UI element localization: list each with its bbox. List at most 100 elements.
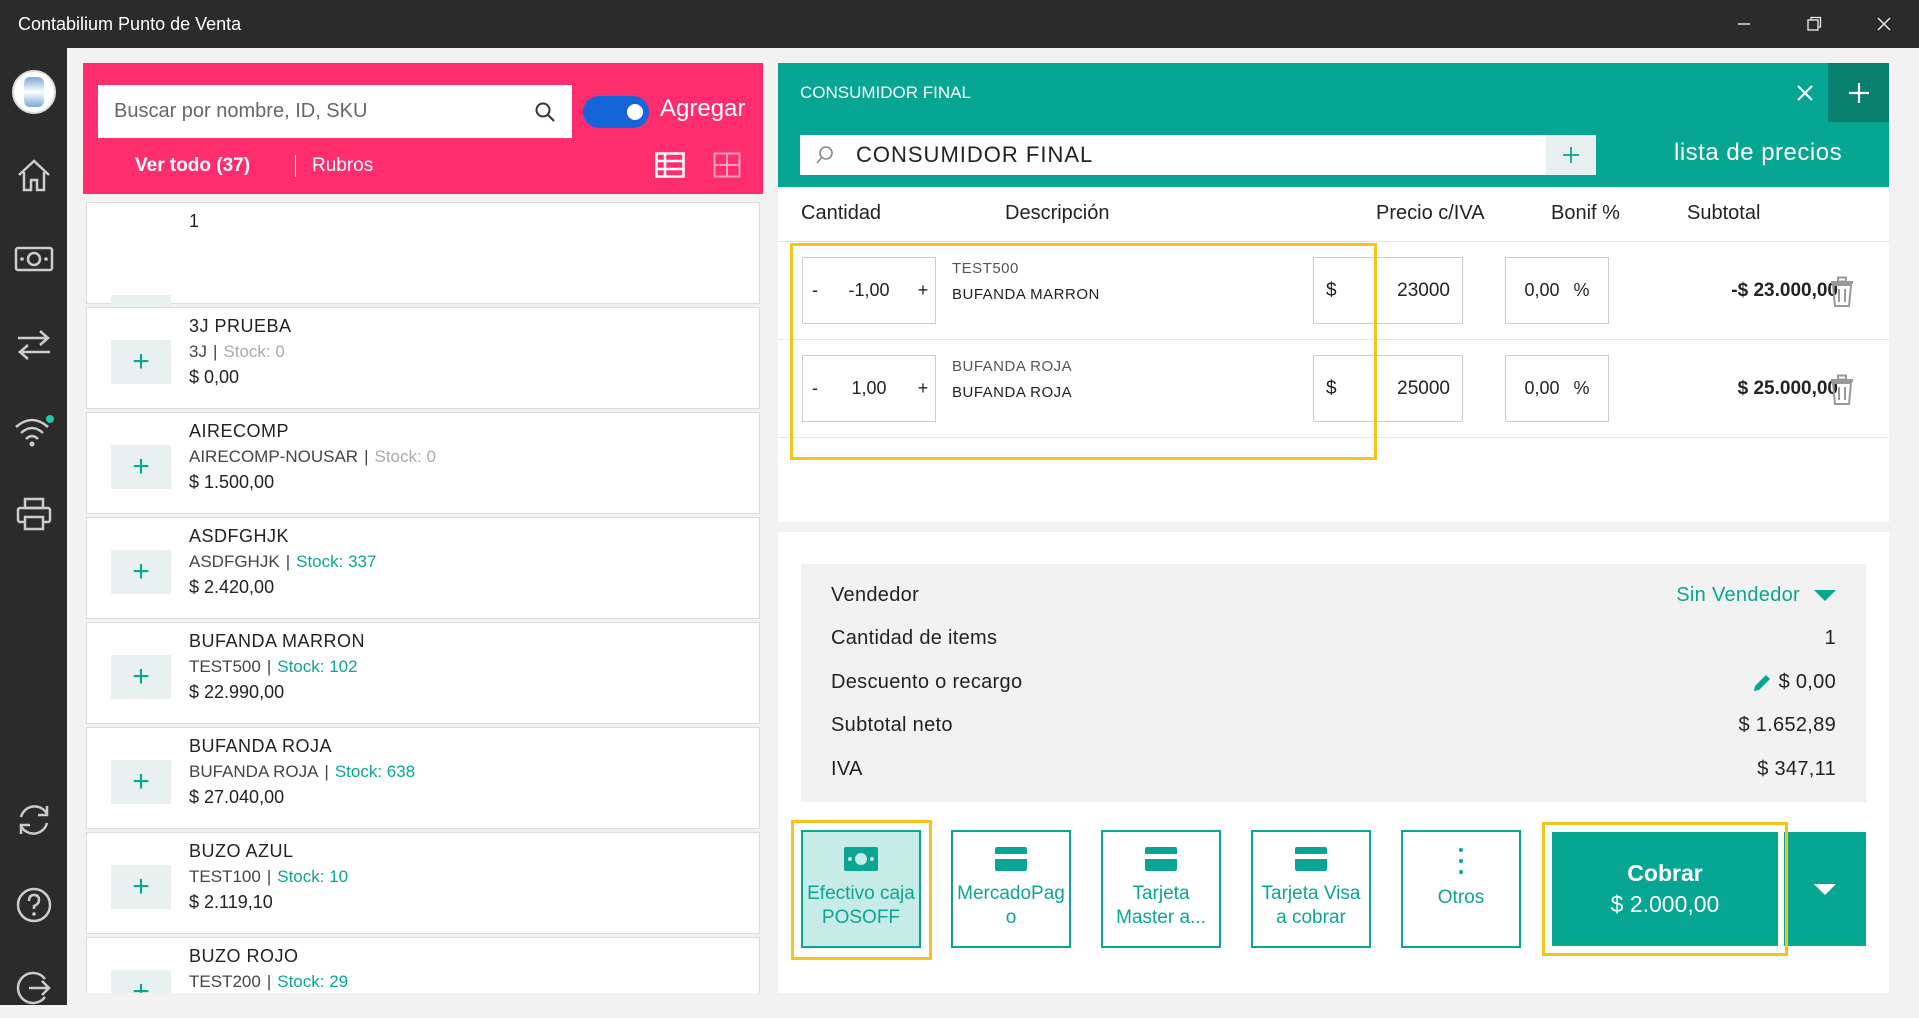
add-product-button[interactable]: + bbox=[111, 550, 171, 594]
product-price: $ 22.990,00 bbox=[189, 682, 285, 702]
neto-label: Subtotal neto bbox=[831, 714, 953, 736]
product-code: TEST100 bbox=[189, 867, 261, 886]
restore-button[interactable] bbox=[1779, 0, 1849, 48]
clear-customer-button[interactable] bbox=[1796, 77, 1814, 109]
minimize-icon bbox=[1738, 23, 1750, 25]
percent-sign: % bbox=[1573, 378, 1590, 398]
product-meta: TEST200 | Stock: 29 bbox=[189, 972, 349, 991]
new-sale-button[interactable] bbox=[1828, 63, 1889, 122]
vendedor-dropdown[interactable]: Sin Vendedor bbox=[1676, 584, 1836, 607]
product-search-input[interactable] bbox=[114, 100, 534, 123]
product-stock: Stock: 29 bbox=[277, 972, 349, 991]
logout-button[interactable] bbox=[0, 958, 67, 1018]
credit-card-icon bbox=[1295, 847, 1327, 871]
close-window-button[interactable] bbox=[1849, 0, 1919, 48]
payment-highlight bbox=[791, 820, 932, 960]
add-product-button[interactable]: + bbox=[111, 655, 171, 699]
filter-rubros-tab[interactable]: Rubros bbox=[312, 155, 373, 177]
summary-vendedor: Vendedor Sin Vendedor bbox=[831, 584, 1836, 607]
close-icon bbox=[1797, 85, 1813, 101]
connection-button[interactable] bbox=[0, 400, 67, 460]
sync-button[interactable] bbox=[0, 790, 67, 850]
price-list-button[interactable]: lista de precios bbox=[1674, 139, 1842, 167]
filter-all-tab[interactable]: Ver todo (37) bbox=[135, 155, 250, 177]
chevron-down-icon bbox=[1814, 590, 1836, 601]
customer-panel: CONSUMIDOR FINAL lista de precios bbox=[778, 63, 1889, 187]
plus-icon bbox=[1848, 82, 1869, 103]
sales-button[interactable] bbox=[0, 229, 67, 289]
bonif-input[interactable]: 0,00 % bbox=[1505, 257, 1609, 324]
product-code: 3J bbox=[189, 342, 207, 361]
home-button[interactable] bbox=[0, 145, 67, 205]
swap-arrows-icon bbox=[17, 330, 50, 360]
minimize-button[interactable] bbox=[1709, 0, 1779, 48]
help-button[interactable] bbox=[0, 875, 67, 935]
add-mode-toggle[interactable] bbox=[583, 96, 649, 128]
bonif-input[interactable]: 0,00 % bbox=[1505, 355, 1609, 422]
product-name: BUFANDA MARRON bbox=[189, 631, 366, 651]
product-name: ASDFGHJK bbox=[189, 526, 290, 546]
payment-label-2: o bbox=[1005, 907, 1017, 928]
add-product-button[interactable]: + bbox=[111, 760, 171, 804]
product-item[interactable]: + BUZO ROJO TEST200 | Stock: 29 bbox=[86, 937, 760, 993]
avatar bbox=[11, 70, 56, 114]
product-item[interactable]: + ASDFGHJK ASDFGHJK | Stock: 337 $ 2.420,0… bbox=[86, 517, 760, 619]
add-product-button[interactable]: + bbox=[111, 340, 171, 384]
product-code: AIRECOMP-NOUSAR bbox=[189, 447, 359, 466]
iva-value: $ 347,11 bbox=[1757, 758, 1836, 780]
product-item[interactable]: + BUFANDA MARRON TEST500 | Stock: 102 $ 22… bbox=[86, 622, 760, 724]
discount-edit[interactable]: $ 0,00 bbox=[1751, 671, 1836, 694]
payment-label-1: Tarjeta bbox=[1132, 883, 1190, 904]
payment-label-1: Tarjeta Visa bbox=[1261, 883, 1361, 904]
payment-master-button[interactable]: Tarjeta Master a... bbox=[1101, 830, 1221, 948]
product-code: ASDFGHJK bbox=[189, 552, 280, 571]
payment-mercadopago-button[interactable]: MercadoPag o bbox=[951, 830, 1071, 948]
bonif-value: 0,00 bbox=[1524, 378, 1560, 398]
trash-icon[interactable] bbox=[1828, 276, 1856, 308]
product-item[interactable]: 1 bbox=[86, 202, 760, 309]
iva-label: IVA bbox=[831, 758, 863, 780]
more-vertical-icon bbox=[1459, 848, 1463, 874]
customer-search-input[interactable] bbox=[850, 142, 1546, 168]
product-item[interactable]: + BUZO AZUL TEST100 | Stock: 10 $ 2.119,10 bbox=[86, 832, 760, 934]
search-icon[interactable] bbox=[534, 101, 556, 123]
transfers-button[interactable] bbox=[0, 315, 67, 375]
summary-items: Cantidad de items 1 bbox=[831, 627, 1836, 650]
product-item[interactable]: + AIRECOMP AIRECOMP-NOUSAR | Stock: 0 $ 1.… bbox=[86, 412, 760, 514]
add-product-button[interactable]: + bbox=[111, 865, 171, 909]
product-item[interactable]: + BUFANDA ROJA BUFANDA ROJA | Stock: 638 $… bbox=[86, 727, 760, 829]
cobrar-options-button[interactable] bbox=[1784, 832, 1866, 946]
credit-card-icon bbox=[1145, 847, 1177, 871]
discount-label: Descuento o recargo bbox=[831, 671, 1023, 693]
payment-label-1: MercadoPag bbox=[957, 883, 1065, 904]
customer-search-box bbox=[800, 135, 1596, 175]
product-stock: Stock: 102 bbox=[277, 657, 358, 676]
payment-visa-button[interactable]: Tarjeta Visa a cobrar bbox=[1251, 830, 1371, 948]
items-value: 1 bbox=[1824, 627, 1836, 649]
payment-label-2: Master a... bbox=[1116, 907, 1206, 928]
product-item[interactable]: + 3J PRUEBA 3J | Stock: 0 $ 0,00 bbox=[86, 307, 760, 409]
grid-view-icon[interactable] bbox=[713, 152, 741, 178]
payment-label-2: a cobrar bbox=[1276, 907, 1346, 928]
payment-otros-button[interactable]: Otros bbox=[1401, 830, 1521, 948]
percent-sign: % bbox=[1573, 280, 1590, 300]
add-product-button[interactable]: + bbox=[111, 445, 171, 489]
filter-divider bbox=[295, 155, 296, 177]
user-avatar-button[interactable] bbox=[0, 62, 67, 122]
product-name: 1 bbox=[189, 211, 200, 231]
product-meta: TEST500 | Stock: 102 bbox=[189, 657, 358, 676]
product-meta: AIRECOMP-NOUSAR | Stock: 0 bbox=[189, 447, 436, 466]
close-icon bbox=[1877, 17, 1891, 31]
product-meta: 3J | Stock: 0 bbox=[189, 342, 285, 361]
totals-summary: Vendedor Sin Vendedor Cantidad de items … bbox=[801, 564, 1866, 802]
row-subtotal: -$ 23.000,00 bbox=[1731, 280, 1838, 301]
print-button[interactable] bbox=[0, 484, 67, 544]
trash-icon[interactable] bbox=[1828, 374, 1856, 406]
add-product-button[interactable]: + bbox=[111, 970, 171, 993]
add-customer-button[interactable] bbox=[1546, 135, 1596, 175]
product-stock: Stock: 0 bbox=[223, 342, 285, 361]
product-stock: Stock: 0 bbox=[374, 447, 436, 466]
product-stock: Stock: 638 bbox=[334, 762, 416, 781]
column-subtotal: Subtotal bbox=[1687, 202, 1761, 224]
list-view-icon[interactable] bbox=[655, 152, 685, 178]
